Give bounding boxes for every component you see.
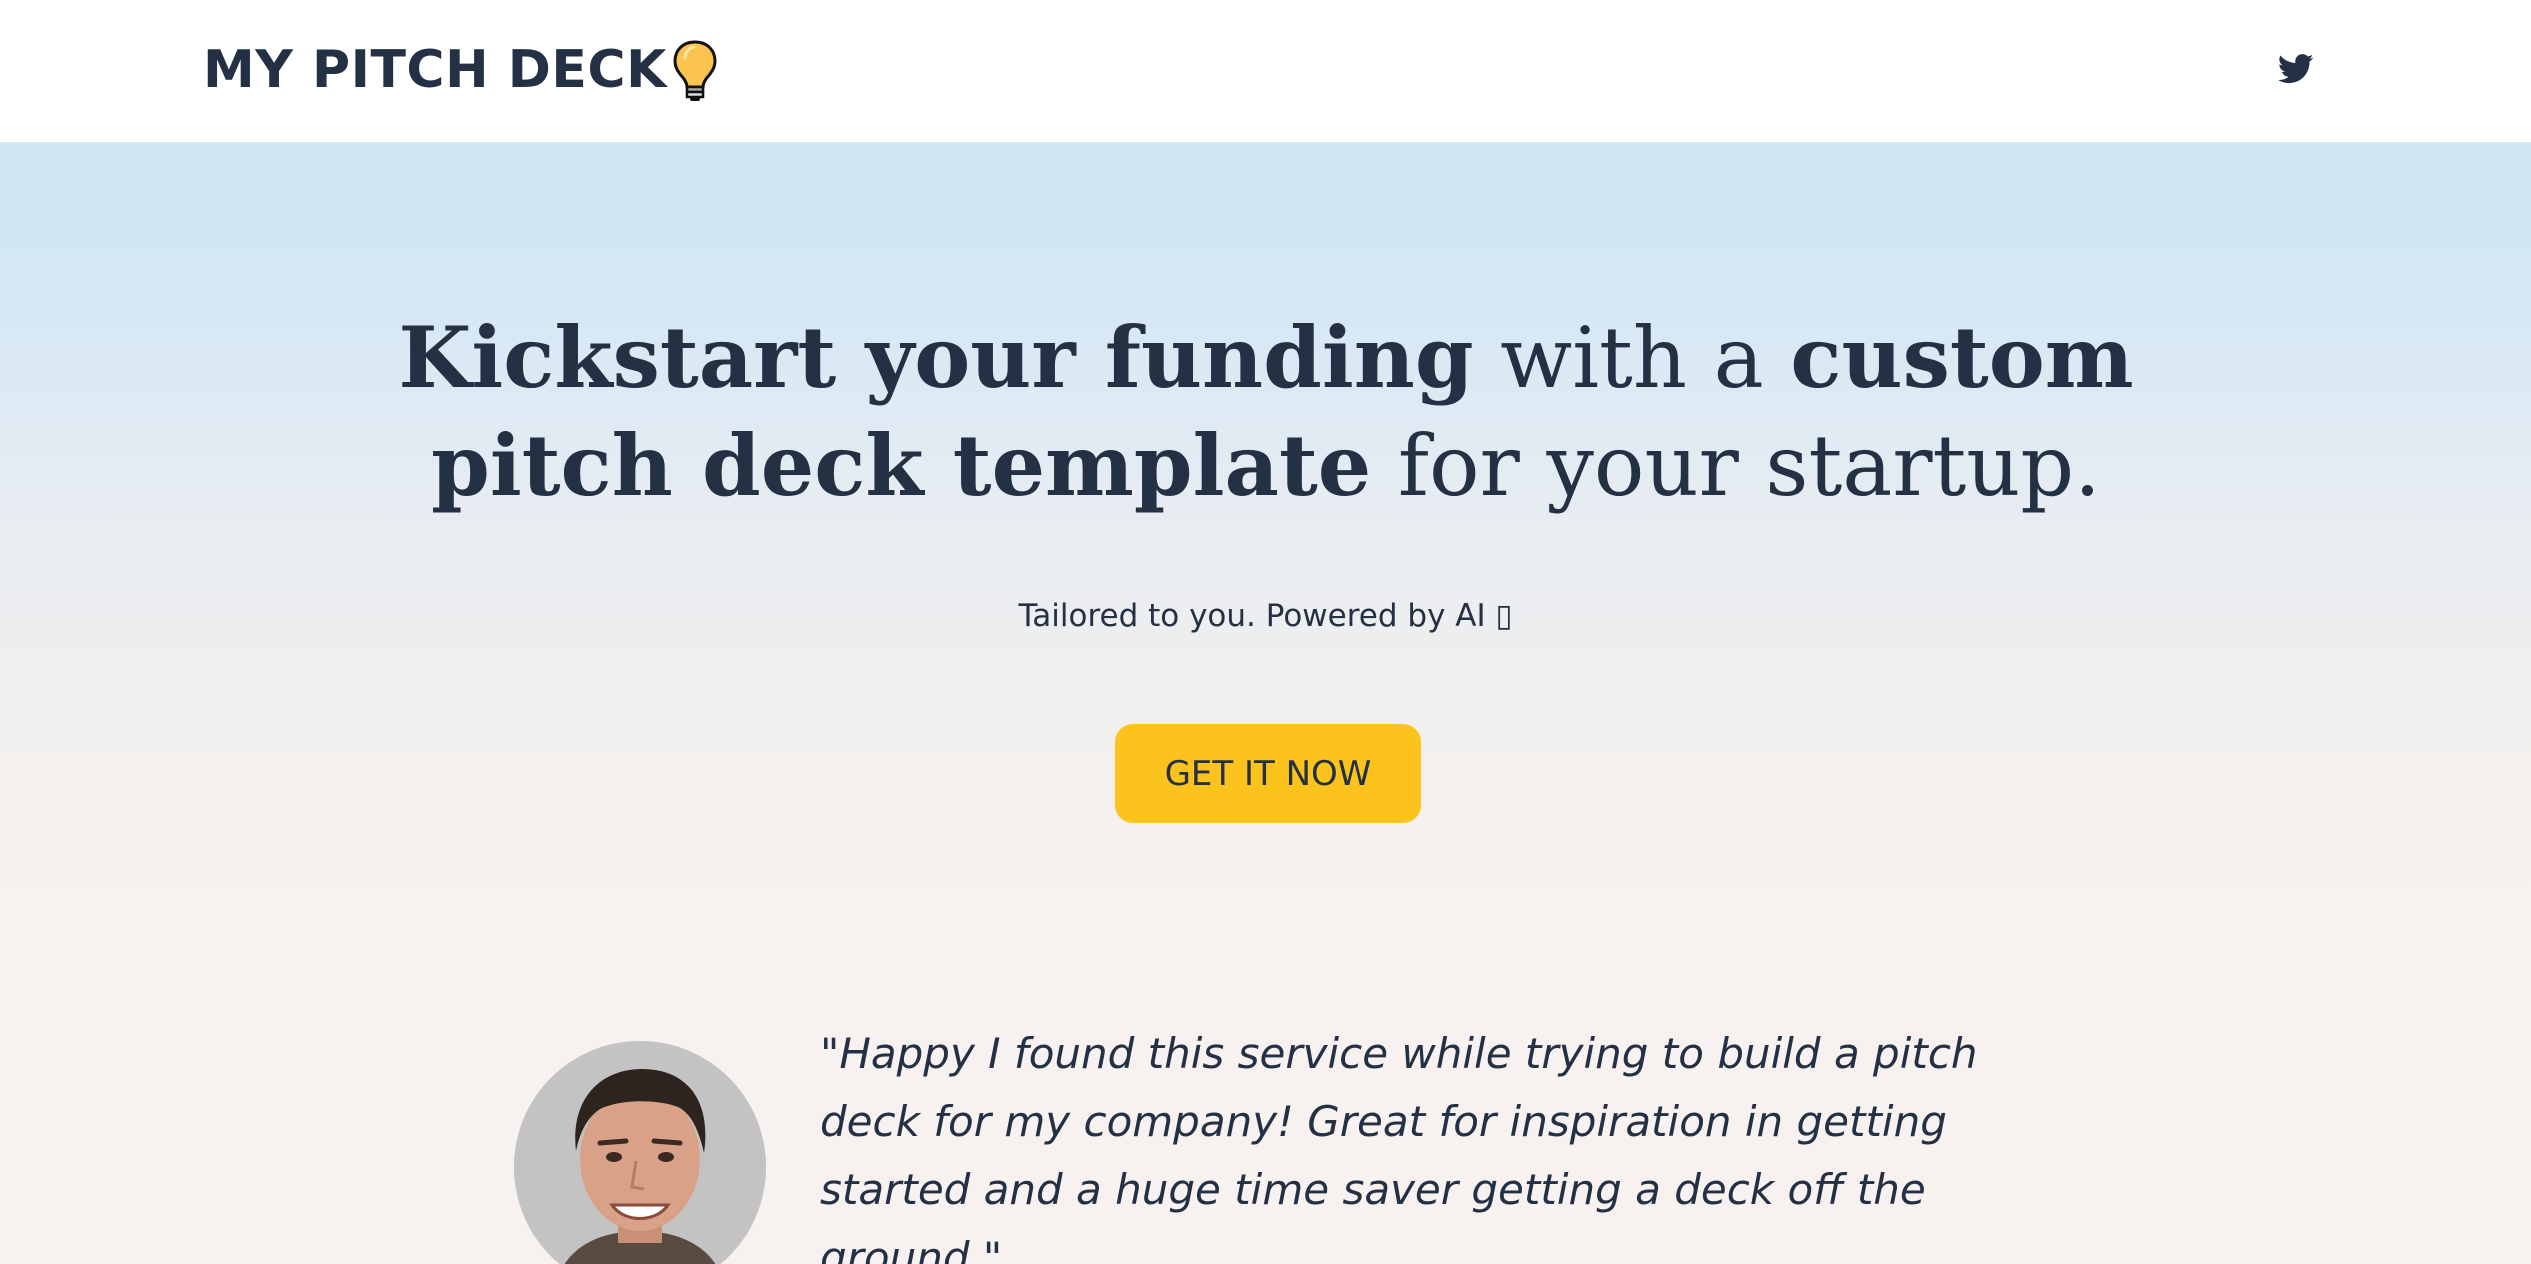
site-header: MY PITCH DECK (0, 0, 2531, 142)
hero-subtitle: Tailored to you. Powered by AI ▯ (1018, 598, 1513, 634)
headline-bold-1: Kickstart your funding (398, 308, 1474, 407)
get-it-now-button[interactable]: GET IT NOW (1115, 724, 1421, 823)
hero-headline: Kickstart your funding with a custom pit… (380, 304, 2152, 520)
testimonial-quote: "Happy I found this service while trying… (820, 1029, 1978, 1264)
headline-text-4: for your startup. (1371, 417, 2101, 515)
lightbulb-icon (671, 38, 719, 102)
logo-text: MY PITCH DECK (203, 40, 667, 100)
twitter-icon[interactable] (2277, 54, 2314, 84)
headline-text-2: with a (1473, 309, 1791, 407)
logo[interactable]: MY PITCH DECK (203, 38, 719, 102)
